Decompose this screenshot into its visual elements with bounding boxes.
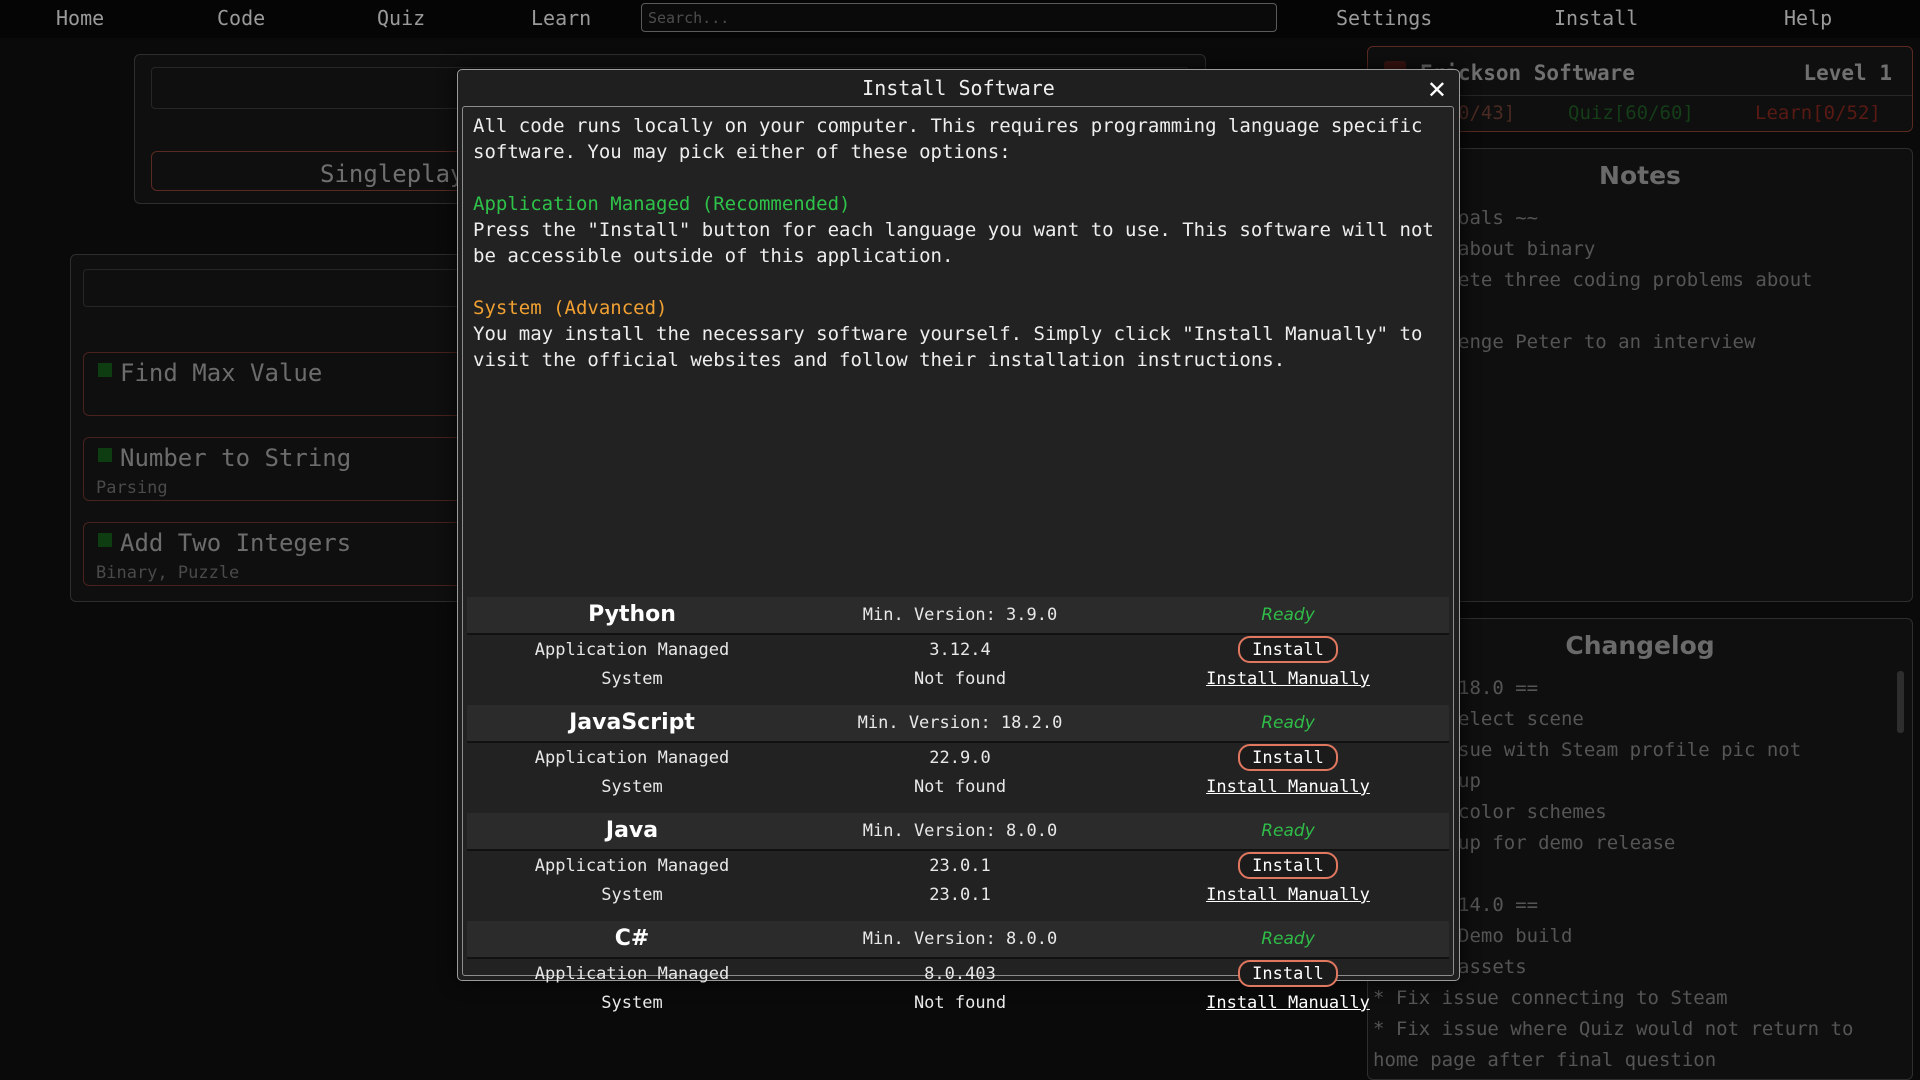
install-button-csharp[interactable]: Install: [1238, 960, 1338, 987]
row-version: 23.0.1: [929, 885, 991, 905]
language-header-csharp: C# Min. Version: 8.0.0 Ready: [467, 921, 1449, 959]
managed-text: be accessible outside of this applicatio…: [473, 245, 954, 267]
system-text: You may install the necessary software y…: [473, 323, 1423, 345]
min-version: Min. Version: 18.2.0: [857, 713, 1063, 733]
install-manually-link-java[interactable]: Install Manually: [1206, 885, 1370, 905]
status-dot-icon: [98, 363, 112, 377]
row-version: 22.9.0: [929, 748, 991, 768]
table-row: Application Managed 22.9.0 Install: [467, 743, 1449, 772]
changelog-line: home page after final question: [1373, 1049, 1717, 1071]
row-version: 23.0.1: [929, 856, 991, 876]
nav-settings[interactable]: Settings: [1336, 6, 1432, 30]
stat-quiz: Quiz[60/60]: [1568, 102, 1694, 124]
stat-learn: Learn[0/52]: [1755, 102, 1881, 124]
language-name: C#: [614, 926, 650, 951]
language-header-javascript: JavaScript Min. Version: 18.2.0 Ready: [467, 705, 1449, 743]
nav-quiz[interactable]: Quiz: [377, 6, 425, 30]
min-version: Min. Version: 8.0.0: [862, 821, 1058, 841]
profile-level: Level 1: [1803, 61, 1892, 85]
challenge-title: Add Two Integers: [120, 529, 352, 557]
changelog-line: * Fix issue where Quiz would not return …: [1373, 1018, 1854, 1040]
install-manually-link-javascript[interactable]: Install Manually: [1206, 777, 1370, 797]
nav-home[interactable]: Home: [56, 6, 104, 30]
install-manually-link-csharp[interactable]: Install Manually: [1206, 993, 1370, 1013]
close-icon[interactable]: ✕: [1427, 76, 1447, 104]
status-badge: Ready: [1261, 929, 1315, 949]
row-version: Not found: [913, 993, 1007, 1013]
challenge-title: Number to String: [120, 444, 352, 472]
language-name: JavaScript: [569, 710, 695, 735]
table-row: System Not found Install Manually: [467, 772, 1449, 801]
changelog-line: color schemes: [1458, 801, 1607, 823]
system-heading: System (Advanced): [473, 297, 668, 319]
changelog-line: assets: [1458, 956, 1527, 978]
row-label: System: [601, 777, 663, 797]
changelog-line: elect scene: [1458, 708, 1584, 730]
nav-install[interactable]: Install: [1554, 6, 1638, 30]
row-version: Not found: [913, 669, 1007, 689]
install-button-javascript[interactable]: Install: [1238, 744, 1338, 771]
managed-heading: Application Managed (Recommended): [473, 193, 851, 215]
install-button-java[interactable]: Install: [1238, 852, 1338, 879]
notes-line: oals ~~: [1458, 207, 1539, 229]
managed-text: Press the "Install" button for each lang…: [473, 219, 1434, 241]
row-version: 8.0.403: [924, 964, 996, 984]
table-row: System Not found Install Manually: [467, 664, 1449, 693]
challenge-tags: Binary, Puzzle: [96, 563, 240, 583]
system-text: visit the official websites and follow t…: [473, 349, 1286, 371]
status-badge: Ready: [1261, 605, 1315, 625]
min-version: Min. Version: 3.9.0: [862, 605, 1058, 625]
changelog-line: up for demo release: [1458, 832, 1676, 854]
install-software-modal: Install Software ✕ All code runs locally…: [457, 69, 1460, 1013]
table-row: System Not found Install Manually: [467, 988, 1449, 1017]
install-manually-link-python[interactable]: Install Manually: [1206, 669, 1370, 689]
table-row: Application Managed 23.0.1 Install: [467, 851, 1449, 880]
modal-title: Install Software: [862, 76, 1055, 100]
row-label: Application Managed: [534, 964, 730, 984]
search-input[interactable]: [641, 3, 1277, 32]
singleplayer-label: Singleplay: [320, 160, 465, 188]
nav-learn[interactable]: Learn: [531, 6, 591, 30]
table-row: System 23.0.1 Install Manually: [467, 880, 1449, 909]
changelog-line: up: [1458, 770, 1481, 792]
status-dot-icon: [98, 448, 112, 462]
status-badge: Ready: [1261, 713, 1315, 733]
status-badge: Ready: [1261, 821, 1315, 841]
notes-line: ete three coding problems about: [1458, 269, 1813, 291]
changelog-line: Demo build: [1458, 925, 1573, 947]
language-header-python: Python Min. Version: 3.9.0 Ready: [467, 597, 1449, 635]
changelog-scrollbar[interactable]: [1897, 671, 1904, 733]
row-label: System: [601, 885, 663, 905]
min-version: Min. Version: 8.0.0: [862, 929, 1058, 949]
row-label: Application Managed: [534, 748, 730, 768]
challenge-tags: Parsing: [96, 478, 168, 498]
notes-line: enge Peter to an interview: [1458, 331, 1756, 353]
language-header-java: Java Min. Version: 8.0.0 Ready: [467, 813, 1449, 851]
changelog-line: 18.0 ==: [1458, 677, 1539, 699]
row-label: System: [601, 993, 663, 1013]
language-name: Python: [588, 602, 676, 627]
table-row: Application Managed 3.12.4 Install: [467, 635, 1449, 664]
language-name: Java: [605, 818, 659, 843]
install-button-python[interactable]: Install: [1238, 636, 1338, 663]
status-dot-icon: [98, 533, 112, 547]
top-nav: Home Code Quiz Learn Settings Install He…: [0, 0, 1920, 38]
challenge-title: Find Max Value: [120, 359, 323, 387]
stat-code: 0/43]: [1458, 102, 1516, 124]
row-label: Application Managed: [534, 856, 730, 876]
row-label: System: [601, 669, 663, 689]
changelog-line: sue with Steam profile pic not: [1458, 739, 1802, 761]
row-version: 3.12.4: [929, 640, 991, 660]
nav-help[interactable]: Help: [1784, 6, 1832, 30]
changelog-line: 14.0 ==: [1458, 894, 1539, 916]
row-label: Application Managed: [534, 640, 730, 660]
row-version: Not found: [913, 777, 1007, 797]
intro-text: All code runs locally on your computer. …: [473, 115, 1423, 137]
table-row: Application Managed 8.0.403 Install: [467, 959, 1449, 988]
intro-text: software. You may pick either of these o…: [473, 141, 1011, 163]
language-table: Python Min. Version: 3.9.0 Ready Applica…: [467, 597, 1449, 1017]
nav-code[interactable]: Code: [217, 6, 265, 30]
notes-line: about binary: [1458, 238, 1596, 260]
